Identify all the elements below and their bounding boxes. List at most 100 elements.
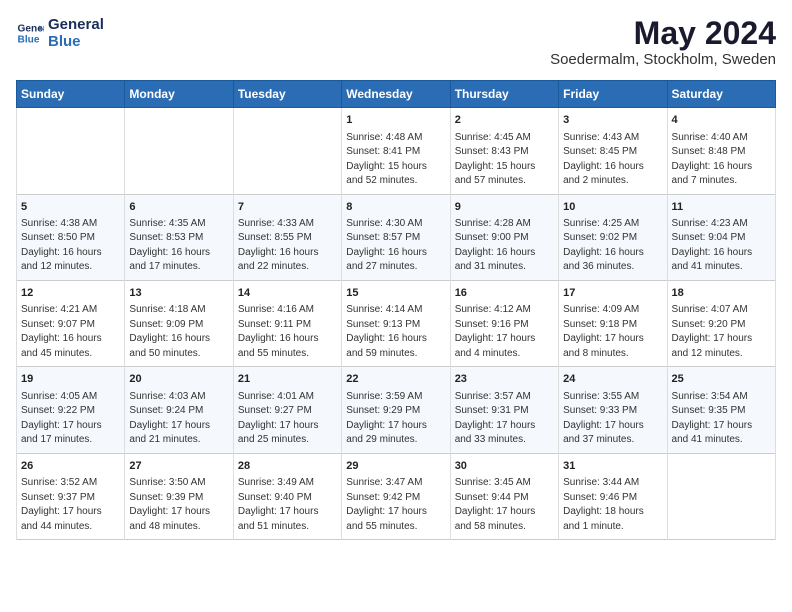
calendar-cell: 17 Sunrise: 4:09 AMSunset: 9:18 PMDayligh… <box>559 280 667 366</box>
day-number: 27 <box>129 459 228 474</box>
calendar-table: SundayMondayTuesdayWednesdayThursdayFrid… <box>16 80 776 540</box>
weekday-header-cell: Tuesday <box>233 81 341 108</box>
calendar-week-row: 5 Sunrise: 4:38 AMSunset: 8:50 PMDaylight… <box>17 194 776 280</box>
day-number: 9 <box>455 200 554 215</box>
day-number: 8 <box>346 200 445 215</box>
calendar-body: 1 Sunrise: 4:48 AMSunset: 8:41 PMDaylight… <box>17 108 776 540</box>
day-number: 11 <box>672 200 771 215</box>
calendar-cell: 3Sunrise: 4:43 AMSunset: 8:45 PMDaylight… <box>559 108 667 194</box>
calendar-cell: 12Sunrise: 4:21 AMSunset: 9:07 PMDayligh… <box>17 280 125 366</box>
day-info: Sunrise: 3:54 AMSunset: 9:35 PMDaylight:… <box>672 390 771 448</box>
calendar-week-row: 1 Sunrise: 4:48 AMSunset: 8:41 PMDaylight… <box>17 108 776 194</box>
calendar-cell: 24 Sunrise: 3:55 AMSunset: 9:33 PMDayligh… <box>559 367 667 453</box>
day-info: Sunrise: 4:05 AMSunset: 9:22 PMDaylight:… <box>21 390 120 448</box>
weekday-header-row: SundayMondayTuesdayWednesdayThursdayFrid… <box>17 81 776 108</box>
day-info: Sunrise: 4:01 AMSunset: 9:27 PMDaylight:… <box>238 390 337 448</box>
day-number: 21 <box>238 372 337 387</box>
calendar-cell: 7 Sunrise: 4:33 AMSunset: 8:55 PMDaylight… <box>233 194 341 280</box>
calendar-cell <box>233 108 341 194</box>
weekday-header-cell: Sunday <box>17 81 125 108</box>
calendar-cell: 26 Sunrise: 3:52 AMSunset: 9:37 PMDayligh… <box>17 453 125 539</box>
day-number: 24 <box>563 372 662 387</box>
day-info: Sunrise: 4:12 AMSunset: 9:16 PMDaylight:… <box>455 303 554 361</box>
day-number: 22 <box>346 372 445 387</box>
title-block: May 2024 Soedermalm, Stockholm, Sweden <box>550 16 776 68</box>
calendar-cell: 31 Sunrise: 3:44 AMSunset: 9:46 PMDayligh… <box>559 453 667 539</box>
day-info: Sunrise: 3:57 AMSunset: 9:31 PMDaylight:… <box>455 390 554 448</box>
day-info: Sunrise: 4:03 AMSunset: 9:24 PMDaylight:… <box>129 390 228 448</box>
weekday-header-cell: Thursday <box>450 81 558 108</box>
calendar-cell: 21 Sunrise: 4:01 AMSunset: 9:27 PMDayligh… <box>233 367 341 453</box>
calendar-cell: 1 Sunrise: 4:48 AMSunset: 8:41 PMDaylight… <box>342 108 450 194</box>
day-info: Sunrise: 4:09 AMSunset: 9:18 PMDaylight:… <box>563 303 662 361</box>
day-number: 20 <box>129 372 228 387</box>
calendar-cell: 14 Sunrise: 4:16 AMSunset: 9:11 PMDayligh… <box>233 280 341 366</box>
svg-text:Blue: Blue <box>18 35 40 46</box>
logo: General Blue General Blue <box>16 16 104 51</box>
calendar-week-row: 12Sunrise: 4:21 AMSunset: 9:07 PMDayligh… <box>17 280 776 366</box>
day-info: Sunrise: 4:25 AMSunset: 9:02 PMDaylight:… <box>563 217 662 275</box>
day-info: Sunrise: 3:45 AMSunset: 9:44 PMDaylight:… <box>455 476 554 534</box>
day-info: Sunrise: 4:23 AMSunset: 9:04 PMDaylight:… <box>672 217 771 275</box>
calendar-cell: 15Sunrise: 4:14 AMSunset: 9:13 PMDayligh… <box>342 280 450 366</box>
day-number: 16 <box>455 286 554 301</box>
calendar-week-row: 26 Sunrise: 3:52 AMSunset: 9:37 PMDayligh… <box>17 453 776 539</box>
calendar-cell: 18 Sunrise: 4:07 AMSunset: 9:20 PMDayligh… <box>667 280 775 366</box>
weekday-header-cell: Saturday <box>667 81 775 108</box>
day-number: 25 <box>672 372 771 387</box>
day-number: 26 <box>21 459 120 474</box>
day-number: 18 <box>672 286 771 301</box>
day-info: Sunrise: 4:35 AMSunset: 8:53 PMDaylight:… <box>129 217 228 275</box>
day-info: Sunrise: 3:59 AMSunset: 9:29 PMDaylight:… <box>346 390 445 448</box>
weekday-header-cell: Friday <box>559 81 667 108</box>
day-info: Sunrise: 4:30 AMSunset: 8:57 PMDaylight:… <box>346 217 445 275</box>
weekday-header-cell: Monday <box>125 81 233 108</box>
day-info: Sunrise: 4:18 AMSunset: 9:09 PMDaylight:… <box>129 303 228 361</box>
day-info: Sunrise: 3:52 AMSunset: 9:37 PMDaylight:… <box>21 476 120 534</box>
calendar-cell: 29Sunrise: 3:47 AMSunset: 9:42 PMDayligh… <box>342 453 450 539</box>
day-number: 29 <box>346 459 445 474</box>
day-number: 28 <box>238 459 337 474</box>
day-number: 2 <box>455 113 554 128</box>
day-number: 13 <box>129 286 228 301</box>
calendar-cell: 13 Sunrise: 4:18 AMSunset: 9:09 PMDayligh… <box>125 280 233 366</box>
calendar-cell: 20 Sunrise: 4:03 AMSunset: 9:24 PMDayligh… <box>125 367 233 453</box>
logo-icon: General Blue <box>16 19 44 47</box>
day-number: 5 <box>21 200 120 215</box>
calendar-week-row: 19Sunrise: 4:05 AMSunset: 9:22 PMDayligh… <box>17 367 776 453</box>
day-info: Sunrise: 4:40 AMSunset: 8:48 PMDaylight:… <box>672 131 771 189</box>
month-year: May 2024 <box>550 16 776 51</box>
weekday-header-cell: Wednesday <box>342 81 450 108</box>
calendar-cell <box>667 453 775 539</box>
day-number: 31 <box>563 459 662 474</box>
day-number: 17 <box>563 286 662 301</box>
day-info: Sunrise: 3:50 AMSunset: 9:39 PMDaylight:… <box>129 476 228 534</box>
day-info: Sunrise: 3:44 AMSunset: 9:46 PMDaylight:… <box>563 476 662 534</box>
day-info: Sunrise: 4:48 AMSunset: 8:41 PMDaylight:… <box>346 131 445 189</box>
day-info: Sunrise: 4:28 AMSunset: 9:00 PMDaylight:… <box>455 217 554 275</box>
calendar-cell: 28Sunrise: 3:49 AMSunset: 9:40 PMDayligh… <box>233 453 341 539</box>
location: Soedermalm, Stockholm, Sweden <box>550 51 776 68</box>
day-info: Sunrise: 3:55 AMSunset: 9:33 PMDaylight:… <box>563 390 662 448</box>
day-number: 7 <box>238 200 337 215</box>
calendar-cell <box>17 108 125 194</box>
calendar-cell: 4 Sunrise: 4:40 AMSunset: 8:48 PMDaylight… <box>667 108 775 194</box>
day-info: Sunrise: 4:33 AMSunset: 8:55 PMDaylight:… <box>238 217 337 275</box>
page-header: General Blue General Blue May 2024 Soede… <box>16 16 776 68</box>
day-info: Sunrise: 4:38 AMSunset: 8:50 PMDaylight:… <box>21 217 120 275</box>
calendar-cell: 8 Sunrise: 4:30 AMSunset: 8:57 PMDaylight… <box>342 194 450 280</box>
calendar-cell: 6Sunrise: 4:35 AMSunset: 8:53 PMDaylight… <box>125 194 233 280</box>
day-number: 1 <box>346 113 445 128</box>
day-number: 23 <box>455 372 554 387</box>
day-info: Sunrise: 4:07 AMSunset: 9:20 PMDaylight:… <box>672 303 771 361</box>
day-number: 30 <box>455 459 554 474</box>
logo-line1: General <box>48 16 104 33</box>
day-number: 4 <box>672 113 771 128</box>
calendar-cell: 16 Sunrise: 4:12 AMSunset: 9:16 PMDayligh… <box>450 280 558 366</box>
calendar-cell: 10Sunrise: 4:25 AMSunset: 9:02 PMDayligh… <box>559 194 667 280</box>
day-info: Sunrise: 4:43 AMSunset: 8:45 PMDaylight:… <box>563 131 662 189</box>
calendar-cell: 25 Sunrise: 3:54 AMSunset: 9:35 PMDayligh… <box>667 367 775 453</box>
day-info: Sunrise: 4:45 AMSunset: 8:43 PMDaylight:… <box>455 131 554 189</box>
day-number: 14 <box>238 286 337 301</box>
day-info: Sunrise: 4:16 AMSunset: 9:11 PMDaylight:… <box>238 303 337 361</box>
